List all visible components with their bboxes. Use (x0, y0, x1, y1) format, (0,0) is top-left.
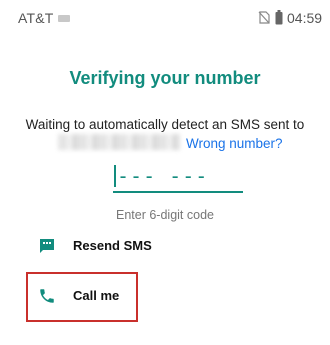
call-me-label: Call me (73, 288, 120, 303)
battery-icon (275, 10, 283, 25)
notification-icon (58, 15, 70, 22)
no-sim-icon (258, 11, 270, 24)
code-input-underline (113, 191, 243, 193)
redacted-phone-number (58, 134, 180, 150)
status-bar: AT&T 04:59 (0, 0, 330, 34)
resend-sms-label: Resend SMS (73, 238, 152, 253)
wrong-number-link[interactable]: Wrong number? (186, 136, 283, 151)
code-hint: Enter 6-digit code (116, 208, 214, 222)
call-me-button[interactable]: Call me (28, 278, 228, 314)
page-title: Verifying your number (69, 68, 261, 88)
status-time: 04:59 (287, 10, 323, 26)
code-input[interactable]: --- --- (113, 160, 243, 194)
message-icon (40, 239, 54, 253)
resend-sms-button[interactable]: Resend SMS (28, 228, 228, 264)
carrier-name: AT&T (18, 10, 54, 26)
text-cursor (114, 165, 116, 187)
phone-icon (40, 289, 54, 303)
sms-description: Waiting to automatically detect an SMS s… (25, 117, 305, 132)
code-placeholder: --- --- (117, 164, 209, 188)
